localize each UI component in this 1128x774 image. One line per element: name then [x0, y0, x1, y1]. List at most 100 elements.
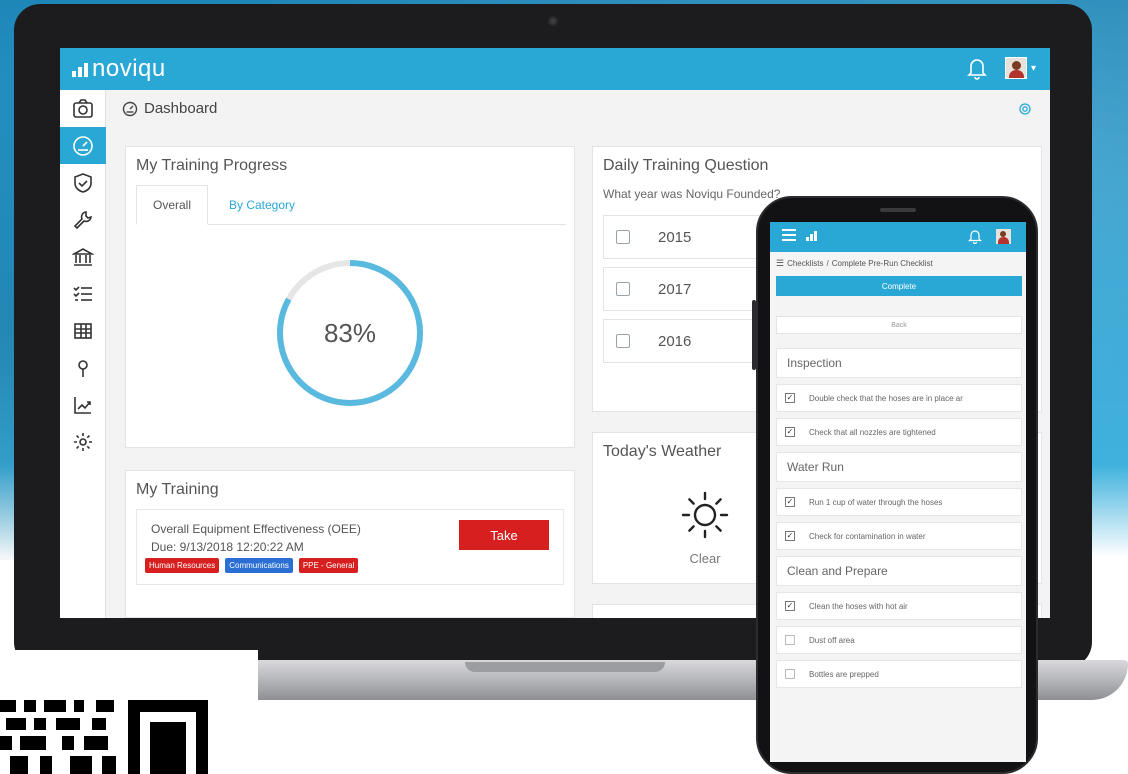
checklist-item-label: Double check that the hoses are in place… [809, 393, 963, 403]
brand-bars-icon[interactable] [806, 231, 817, 241]
badge-communications: Communications [225, 558, 293, 573]
breadcrumb-label[interactable]: Dashboard [144, 100, 217, 117]
map-pin-icon [78, 359, 88, 377]
complete-button[interactable]: Complete [776, 276, 1022, 296]
laptop-hinge-notch [465, 662, 665, 672]
breadcrumb-current: Complete Pre-Run Checklist [831, 259, 933, 268]
card-title: Daily Training Question [603, 157, 769, 174]
answer-checkbox[interactable] [616, 282, 630, 296]
answer-option[interactable]: 2017 [603, 267, 763, 311]
unchecked-box-icon[interactable] [785, 635, 795, 645]
sidebar-item-safety[interactable] [60, 164, 106, 201]
progress-percent: 83% [323, 317, 377, 348]
wrench-icon [73, 210, 92, 229]
laptop-camera [548, 16, 558, 26]
brand-logo[interactable]: noviqu [72, 55, 166, 83]
sidebar-item-camera[interactable] [60, 90, 106, 127]
checklist-item[interactable]: ✓ Check for contamination in water [776, 522, 1022, 550]
sidebar-item-checklists[interactable] [60, 275, 106, 312]
phone-side-button [752, 300, 756, 370]
user-avatar[interactable] [1004, 57, 1027, 79]
checklist-icon [73, 285, 92, 301]
section-header: Clean and Prepare [776, 556, 1022, 586]
phone-top-bar [770, 222, 1026, 252]
sidebar-item-analytics[interactable] [60, 386, 106, 423]
answer-option[interactable]: 2015 [603, 215, 763, 259]
training-due-date: Due: 9/13/2018 12:20:22 AM [151, 540, 304, 554]
tab-by-category[interactable]: By Category [212, 185, 312, 225]
sidebar [60, 90, 106, 618]
weather-description: Clear [689, 551, 721, 566]
checklist-item-label: Check for contamination in water [809, 531, 926, 541]
camera-icon [73, 98, 93, 118]
sidebar-item-location[interactable] [60, 349, 106, 386]
checklist-icon: ☰ [776, 258, 785, 268]
card-title: My Training Progress [136, 157, 288, 174]
checklist-item[interactable]: ✓ Double check that the hoses are in pla… [776, 384, 1022, 412]
training-badges: Human Resources Communications PPE - Gen… [145, 558, 359, 573]
answer-label: 2017 [658, 280, 692, 298]
checklist-item-label: Bottles are prepped [809, 669, 879, 679]
training-progress-card: My Training Progress Overall By Category… [125, 146, 575, 448]
checklist-item-label: Run 1 cup of water through the hoses [809, 497, 943, 507]
checklist-item-label: Clean the hoses with hot air [809, 601, 908, 611]
checked-box-icon[interactable]: ✓ [785, 497, 795, 507]
brand-name: noviqu [92, 55, 166, 82]
tab-overall[interactable]: Overall [136, 185, 208, 225]
section-header: Inspection [776, 348, 1022, 378]
back-button[interactable]: Back [776, 316, 1022, 334]
gear-icon [74, 432, 92, 451]
sidebar-item-table[interactable] [60, 312, 106, 349]
trend-chart-icon [74, 396, 91, 414]
checked-box-icon[interactable]: ✓ [785, 427, 795, 437]
bank-icon [72, 247, 94, 266]
checklist-item-label: Check that all nozzles are tightened [809, 427, 936, 437]
bell-icon[interactable] [967, 56, 987, 80]
dashboard-gauge-icon [73, 135, 93, 156]
checklist-item[interactable]: Dust off area [776, 626, 1022, 654]
answer-option[interactable]: 2016 [603, 319, 763, 363]
checklist-item-label: Dust off area [809, 635, 855, 645]
sidebar-item-maintenance[interactable] [60, 201, 106, 238]
card-title: Today's Weather [603, 443, 722, 460]
checked-box-icon[interactable]: ✓ [785, 601, 795, 611]
checklist-item[interactable]: ✓ Clean the hoses with hot air [776, 592, 1022, 620]
card-title: My Training [136, 481, 219, 498]
checklist-item[interactable]: Bottles are prepped [776, 660, 1022, 688]
answer-label: 2016 [658, 332, 692, 350]
training-item: Overall Equipment Effectiveness (OEE) Du… [136, 509, 564, 585]
hamburger-menu-icon[interactable] [782, 229, 796, 243]
take-training-button[interactable]: Take [459, 520, 549, 550]
sidebar-item-dashboard[interactable] [60, 127, 106, 164]
bell-icon[interactable] [968, 228, 982, 244]
training-name: Overall Equipment Effectiveness (OEE) [151, 522, 361, 536]
brand-bars-icon [72, 61, 88, 77]
breadcrumb-root[interactable]: Checklists [787, 259, 823, 268]
breadcrumb-separator: / [826, 259, 829, 268]
section-header: Water Run [776, 452, 1022, 482]
checked-box-icon[interactable]: ✓ [785, 393, 795, 403]
badge-human-resources: Human Resources [145, 558, 220, 573]
qr-code[interactable] [0, 650, 258, 774]
answer-checkbox[interactable] [616, 230, 630, 244]
badge-ppe-general: PPE - General [298, 558, 359, 573]
phone-screen: ☰ Checklists / Complete Pre-Run Checklis… [770, 222, 1026, 762]
sun-icon [681, 491, 729, 539]
phone-speaker [880, 208, 916, 212]
checklist-item[interactable]: ✓ Run 1 cup of water through the hoses [776, 488, 1022, 516]
checklist-item[interactable]: ✓ Check that all nozzles are tightened [776, 418, 1022, 446]
breadcrumb: Dashboard [122, 100, 217, 117]
dashboard-settings-icon[interactable] [1018, 102, 1032, 116]
sidebar-item-institution[interactable] [60, 238, 106, 275]
my-training-card: My Training Overall Equipment Effectiven… [125, 470, 575, 618]
phone-breadcrumb: ☰ Checklists / Complete Pre-Run Checklis… [776, 258, 933, 269]
question-text: What year was Noviqu Founded? [603, 187, 781, 201]
checked-box-icon[interactable]: ✓ [785, 531, 795, 541]
avatar-caret-icon[interactable]: ▾ [1031, 63, 1036, 74]
unchecked-box-icon[interactable] [785, 669, 795, 679]
sidebar-item-settings[interactable] [60, 423, 106, 460]
answer-checkbox[interactable] [616, 334, 630, 348]
top-bar: noviqu ▾ [60, 48, 1050, 90]
user-avatar[interactable] [996, 229, 1011, 244]
progress-tabs: Overall By Category [136, 185, 566, 225]
